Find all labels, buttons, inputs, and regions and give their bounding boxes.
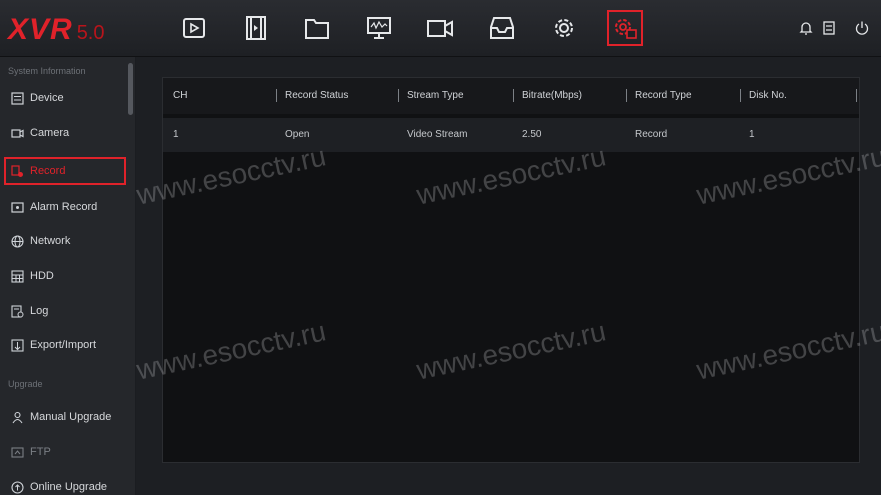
sidebar-item-label: Log xyxy=(30,305,49,317)
section-system-information: System Information xyxy=(8,66,86,76)
hdd-icon xyxy=(10,269,24,283)
sidebar-item-manual-upgrade[interactable]: Manual Upgrade xyxy=(4,403,126,431)
sidebar-item-record[interactable]: Record xyxy=(4,157,126,185)
log-icon xyxy=(10,304,24,318)
cell-ch: 1 xyxy=(173,129,179,140)
table-row[interactable]: 1 Open Video Stream 2.50 Record 1 xyxy=(163,118,859,152)
tray-nav-button[interactable] xyxy=(484,10,520,46)
camera-small-icon xyxy=(10,126,24,140)
cell-record-type: Record xyxy=(635,129,668,140)
sidebar-item-alarm-record[interactable]: Alarm Record xyxy=(4,193,126,221)
folder-nav-button[interactable] xyxy=(299,10,335,46)
camera-nav-button[interactable] xyxy=(422,10,458,46)
film-icon xyxy=(246,16,266,40)
main-panel: CH Record Status Stream Type Bitrate(Mbp… xyxy=(136,57,881,495)
column-divider xyxy=(398,89,399,102)
monitor-icon xyxy=(367,17,391,39)
sidebar-item-camera[interactable]: Camera xyxy=(4,119,126,147)
sidebar-item-label: Camera xyxy=(30,127,70,139)
sidebar-item-device[interactable]: Device xyxy=(4,84,126,112)
cell-disk-no: 1 xyxy=(749,129,755,140)
alarm-record-icon xyxy=(10,200,24,214)
monitor-nav-button[interactable] xyxy=(361,10,397,46)
cell-record-status: Open xyxy=(285,129,310,140)
gear-nav-button[interactable] xyxy=(546,10,582,46)
online-upgrade-icon xyxy=(10,480,24,494)
sidebar-item-label: HDD xyxy=(30,270,54,282)
playback-icon xyxy=(183,18,205,38)
logo-text: XVR xyxy=(8,13,73,46)
header-disk-no: Disk No. xyxy=(749,90,787,101)
top-bar: XVR 5.0 xyxy=(0,0,881,57)
sidebar-item-label: Manual Upgrade xyxy=(30,411,112,423)
header-record-status: Record Status xyxy=(285,90,349,101)
column-divider xyxy=(276,89,277,102)
sidebar-item-label: Device xyxy=(30,92,64,104)
folder-icon xyxy=(305,19,329,39)
alarm-button[interactable] xyxy=(796,18,816,38)
ftp-icon xyxy=(10,445,24,459)
sidebar-item-export-import[interactable]: Export/Import xyxy=(4,331,126,359)
column-divider xyxy=(513,89,514,102)
disk-status-button[interactable] xyxy=(819,18,839,38)
sidebar-item-network[interactable]: Network xyxy=(4,227,126,255)
manual-upgrade-icon xyxy=(10,410,24,424)
bell-icon xyxy=(799,22,813,35)
power-icon xyxy=(855,21,869,35)
sidebar-item-ftp[interactable]: FTP xyxy=(4,438,126,466)
device-icon xyxy=(10,91,24,105)
system-settings-nav-button[interactable] xyxy=(607,10,643,46)
network-icon xyxy=(10,234,24,248)
sidebar-item-online-upgrade[interactable]: Online Upgrade xyxy=(4,473,126,495)
tray-icon xyxy=(490,17,514,39)
system-settings-icon xyxy=(615,19,637,39)
logo-version: 5.0 xyxy=(76,22,105,44)
table-header: CH Record Status Stream Type Bitrate(Mbp… xyxy=(163,78,859,114)
sidebar-item-log[interactable]: Log xyxy=(4,297,126,325)
record-icon xyxy=(10,164,24,178)
cell-stream-type: Video Stream xyxy=(407,129,468,140)
playback-nav-button[interactable] xyxy=(176,10,212,46)
sidebar-scrollbar[interactable] xyxy=(128,63,133,115)
camera-icon xyxy=(427,20,453,37)
disk-icon xyxy=(823,21,835,35)
app-logo: XVR 5.0 xyxy=(8,13,105,46)
sidebar-item-label: FTP xyxy=(30,446,51,458)
sidebar-item-label: Network xyxy=(30,235,71,247)
sidebar-item-hdd[interactable]: HDD xyxy=(4,262,126,290)
sidebar: System Information Device Camera Record … xyxy=(0,57,135,495)
sidebar-item-label: Export/Import xyxy=(30,339,97,351)
header-bitrate: Bitrate(Mbps) xyxy=(522,90,583,101)
power-button[interactable] xyxy=(852,18,872,38)
column-divider xyxy=(740,89,741,102)
sidebar-item-label: Alarm Record xyxy=(30,201,98,213)
header-record-type: Record Type xyxy=(635,90,692,101)
sidebar-item-label: Online Upgrade xyxy=(30,481,108,493)
film-nav-button[interactable] xyxy=(238,10,274,46)
column-divider xyxy=(856,89,857,102)
header-stream-type: Stream Type xyxy=(407,90,464,101)
gear-icon xyxy=(555,19,573,37)
record-table: CH Record Status Stream Type Bitrate(Mbp… xyxy=(162,77,860,463)
sidebar-item-label: Record xyxy=(30,165,66,177)
section-upgrade: Upgrade xyxy=(8,379,43,389)
cell-bitrate: 2.50 xyxy=(522,129,542,140)
column-divider xyxy=(626,89,627,102)
header-ch: CH xyxy=(173,90,188,101)
export-import-icon xyxy=(10,338,24,352)
